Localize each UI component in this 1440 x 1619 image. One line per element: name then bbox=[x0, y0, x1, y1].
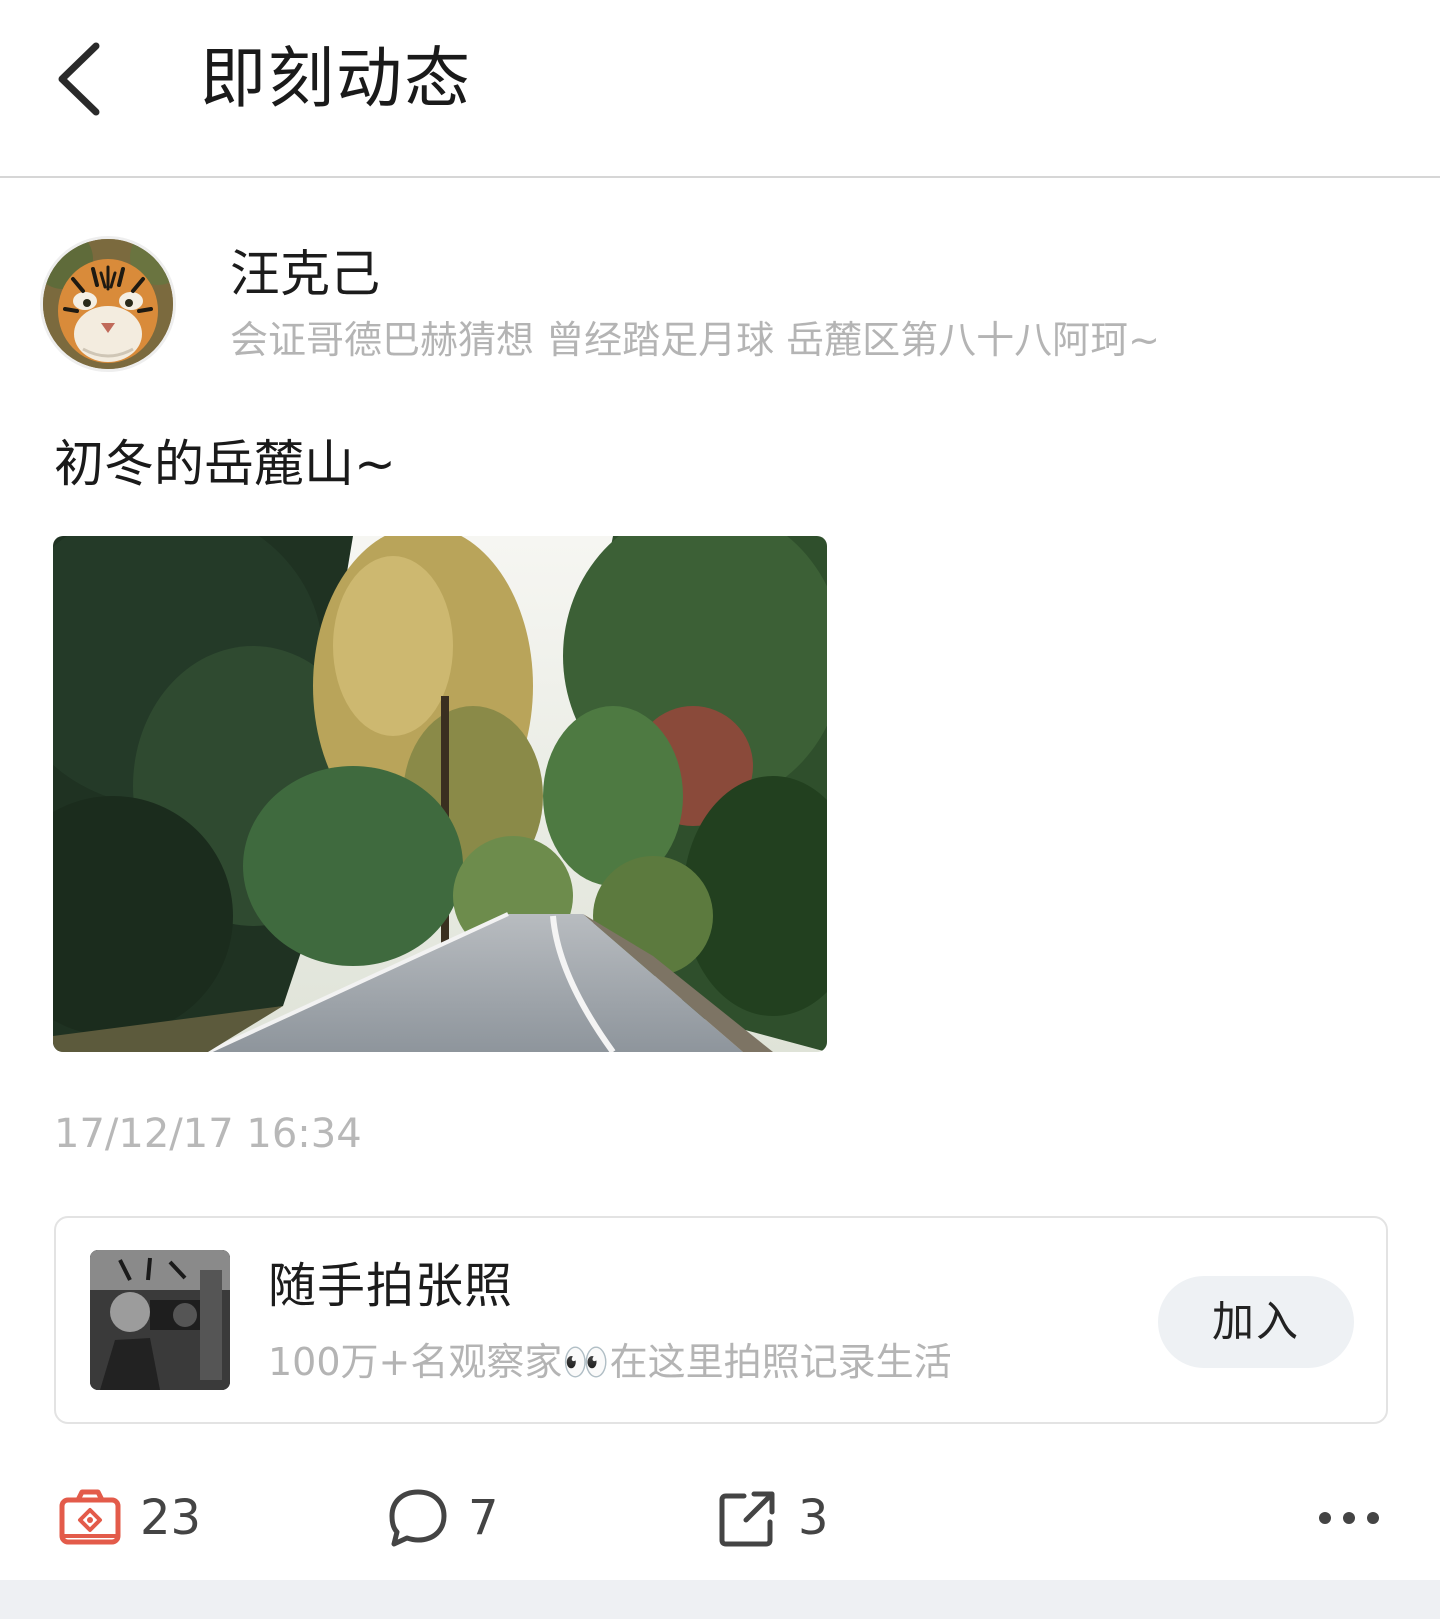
forest-road-photo bbox=[53, 536, 827, 1052]
group-photo-image bbox=[90, 1250, 230, 1390]
more-icon bbox=[1319, 1512, 1379, 1524]
action-bar: 23 7 3 bbox=[0, 1468, 1440, 1568]
tiger-avatar-image bbox=[43, 239, 173, 369]
author-section: 汪克己 会证哥德巴赫猜想 曾经踏足月球 岳麓区第八十八阿珂~ bbox=[40, 236, 1400, 376]
group-name: 随手拍张照 bbox=[268, 1258, 514, 1314]
post-timestamp: 17/12/17 16:34 bbox=[54, 1111, 362, 1157]
comment-action-button[interactable]: 7 bbox=[386, 1468, 526, 1568]
avatar[interactable] bbox=[40, 236, 176, 372]
back-button[interactable] bbox=[50, 38, 120, 120]
author-bio: 会证哥德巴赫猜想 曾经踏足月球 岳麓区第八十八阿珂~ bbox=[230, 318, 1161, 362]
more-button[interactable] bbox=[1314, 1468, 1394, 1568]
post-text: 初冬的岳麓山~ bbox=[54, 435, 396, 493]
top-bar: 即刻动态 bbox=[0, 0, 1440, 178]
chevron-left-icon bbox=[58, 42, 100, 116]
camera-icon bbox=[59, 1489, 121, 1545]
comment-count: 7 bbox=[468, 1490, 499, 1546]
bottom-divider bbox=[0, 1580, 1440, 1619]
post-photo[interactable] bbox=[53, 536, 827, 1052]
group-thumbnail bbox=[90, 1250, 230, 1390]
share-icon bbox=[719, 1491, 775, 1547]
page-title: 即刻动态 bbox=[200, 40, 472, 117]
share-action-button[interactable]: 3 bbox=[716, 1468, 856, 1568]
share-count: 3 bbox=[798, 1490, 829, 1546]
author-name[interactable]: 汪克己 bbox=[230, 244, 380, 304]
group-description: 100万+名观察家👀在这里拍照记录生活 bbox=[268, 1340, 952, 1384]
comment-icon bbox=[389, 1489, 447, 1547]
photo-action-button[interactable]: 23 bbox=[58, 1468, 218, 1568]
join-button[interactable]: 加入 bbox=[1158, 1276, 1354, 1368]
photo-count: 23 bbox=[140, 1490, 202, 1546]
group-card[interactable]: 随手拍张照 100万+名观察家👀在这里拍照记录生活 加入 bbox=[54, 1216, 1388, 1424]
